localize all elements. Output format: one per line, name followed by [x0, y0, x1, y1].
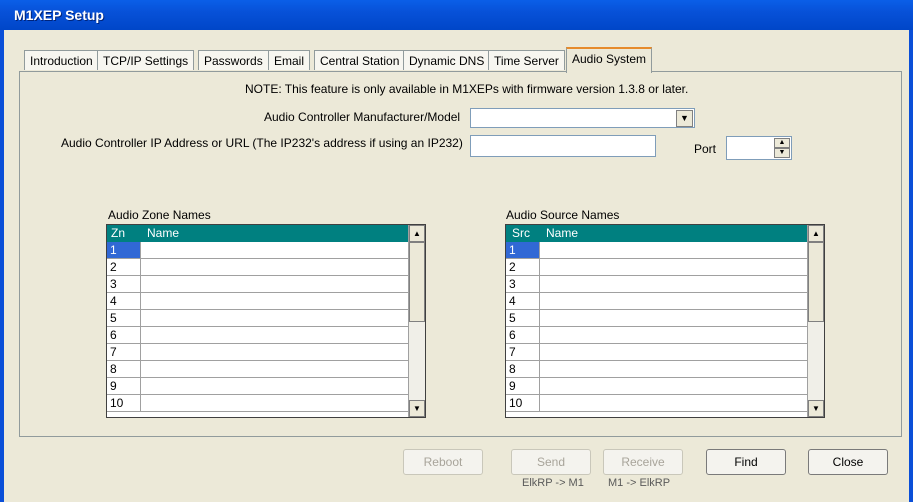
- tab-email[interactable]: Email: [268, 50, 311, 70]
- chevron-down-icon[interactable]: ▼: [676, 110, 693, 127]
- scroll-down-icon[interactable]: ▼: [409, 400, 425, 417]
- table-row[interactable]: 3: [107, 276, 409, 293]
- table-row[interactable]: 2: [506, 259, 808, 276]
- port-spin-buttons[interactable]: ▲ ▼: [774, 138, 790, 158]
- table-row[interactable]: 5: [107, 310, 409, 327]
- grid-header: Src Name: [506, 225, 808, 242]
- tab-audio-system[interactable]: Audio System: [566, 47, 653, 73]
- table-row[interactable]: 2: [107, 259, 409, 276]
- title-bar: M1XEP Setup: [0, 0, 913, 30]
- table-row[interactable]: 8: [506, 361, 808, 378]
- grid-header: Zn Name: [107, 225, 409, 242]
- table-row[interactable]: 10: [506, 395, 808, 412]
- zone-names-title: Audio Zone Names: [108, 208, 211, 222]
- spin-down-icon[interactable]: ▼: [774, 148, 790, 158]
- send-subtitle: ElkRP -> M1: [522, 477, 584, 489]
- tab-introduction[interactable]: Introduction: [24, 50, 99, 70]
- table-row[interactable]: 7: [506, 344, 808, 361]
- source-names-title: Audio Source Names: [506, 208, 620, 222]
- reboot-button[interactable]: Reboot: [403, 449, 483, 475]
- scroll-thumb[interactable]: [808, 242, 824, 322]
- source-grid-scrollbar[interactable]: ▲ ▼: [807, 225, 824, 417]
- table-row[interactable]: 1: [107, 242, 409, 259]
- window-title: M1XEP Setup: [14, 7, 104, 23]
- table-row[interactable]: 8: [107, 361, 409, 378]
- table-row[interactable]: 5: [506, 310, 808, 327]
- tab-central-station[interactable]: Central Station: [314, 50, 406, 70]
- table-row[interactable]: 3: [506, 276, 808, 293]
- ip-address-label: Audio Controller IP Address or URL (The …: [61, 136, 463, 150]
- table-row[interactable]: 9: [506, 378, 808, 395]
- table-row[interactable]: 10: [107, 395, 409, 412]
- port-label: Port: [694, 142, 717, 156]
- send-button[interactable]: Send: [511, 449, 591, 475]
- port-stepper[interactable]: ▲ ▼: [726, 136, 792, 160]
- tab-dynamic-dns[interactable]: Dynamic DNS: [403, 50, 491, 70]
- manufacturer-label: Audio Controller Manufacturer/Model: [264, 110, 461, 124]
- source-names-grid[interactable]: Src Name 1 2 3 4 5 6 7 8 9 10 ▲ ▼: [505, 224, 825, 418]
- table-row[interactable]: 4: [506, 293, 808, 310]
- zone-names-grid[interactable]: Zn Name 1 2 3 4 5 6 7 8 9 10 ▲ ▼: [106, 224, 426, 418]
- scroll-down-icon[interactable]: ▼: [808, 400, 824, 417]
- scroll-thumb[interactable]: [409, 242, 425, 322]
- receive-subtitle: M1 -> ElkRP: [608, 477, 671, 489]
- receive-button[interactable]: Receive: [603, 449, 683, 475]
- table-row[interactable]: 9: [107, 378, 409, 395]
- scroll-up-icon[interactable]: ▲: [409, 225, 425, 242]
- manufacturer-select[interactable]: ▼: [470, 108, 695, 128]
- spin-up-icon[interactable]: ▲: [774, 138, 790, 148]
- table-row[interactable]: 4: [107, 293, 409, 310]
- find-button[interactable]: Find: [706, 449, 786, 475]
- table-row[interactable]: 6: [506, 327, 808, 344]
- zone-grid-scrollbar[interactable]: ▲ ▼: [408, 225, 425, 417]
- table-row[interactable]: 7: [107, 344, 409, 361]
- tab-tcpip-settings[interactable]: TCP/IP Settings: [97, 50, 195, 70]
- table-row[interactable]: 6: [107, 327, 409, 344]
- tab-time-server[interactable]: Time Server: [488, 50, 565, 70]
- firmware-note: NOTE: This feature is only available in …: [245, 82, 689, 96]
- table-row[interactable]: 1: [506, 242, 808, 259]
- scroll-up-icon[interactable]: ▲: [808, 225, 824, 242]
- ip-address-input[interactable]: [470, 135, 656, 157]
- tab-passwords[interactable]: Passwords: [198, 50, 269, 70]
- close-button[interactable]: Close: [808, 449, 888, 475]
